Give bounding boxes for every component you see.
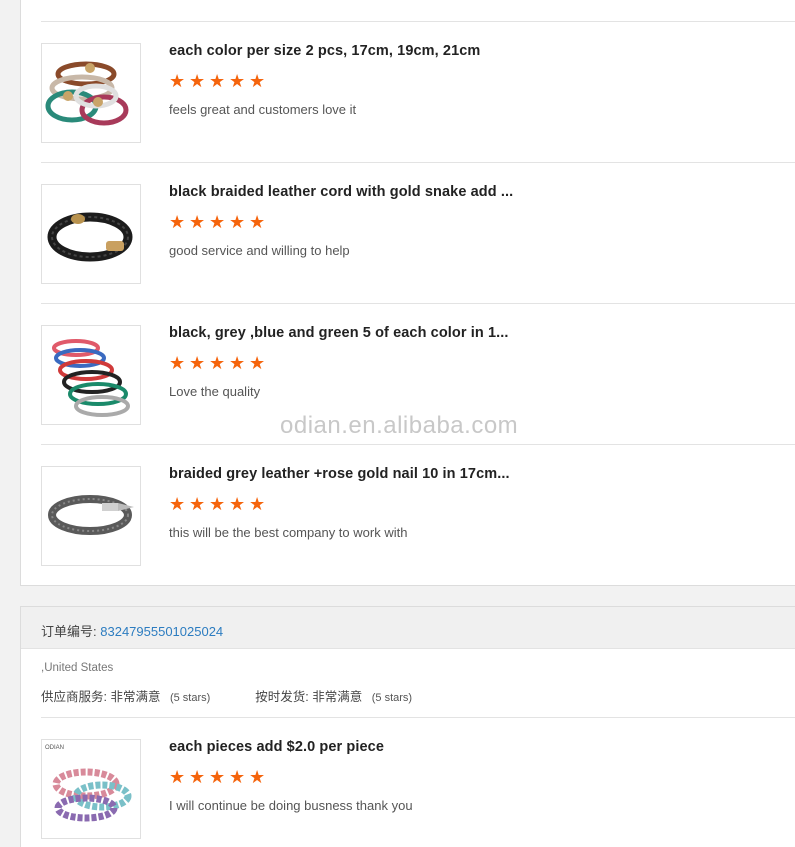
rating-stars: ★ ★ ★ ★ ★ [169, 494, 266, 514]
star-icon: ★ [209, 767, 226, 787]
delivery-label: 按时发货: [255, 690, 309, 704]
star-icon: ★ [169, 71, 186, 91]
order-header: 订单编号: 83247955501025024 [21, 607, 795, 649]
star-icon: ★ [169, 494, 186, 514]
product-title[interactable]: braided grey leather +rose gold nail 10 … [169, 466, 510, 482]
review-item: braided grey leather +rose gold nail 10 … [41, 466, 795, 566]
product-thumbnail[interactable] [41, 466, 141, 566]
product-title[interactable]: black, grey ,blue and green 5 of each co… [169, 325, 509, 341]
black-braided-bracelet-image [47, 212, 133, 262]
review-comment: good service and willing to help [169, 243, 350, 258]
product-thumbnail[interactable]: ODIAN [41, 739, 141, 839]
rating-stars: ★ ★ ★ ★ ★ [169, 212, 266, 232]
order-review-card: 订单编号: 83247955501025024 ,United States 供… [20, 606, 795, 847]
beaded-bracelets-image: ODIAN [45, 745, 132, 822]
rating-stars: ★ ★ ★ ★ ★ [169, 71, 266, 91]
review-comment: this will be the best company to work wi… [169, 525, 408, 540]
order-number-link[interactable]: 83247955501025024 [100, 624, 223, 639]
delivery-value: 非常满意 [312, 690, 363, 704]
star-icon: ★ [189, 767, 206, 787]
review-comment: feels great and customers love it [169, 102, 357, 117]
order-number-label: 订单编号: [41, 624, 97, 639]
product-thumbnail[interactable] [41, 43, 141, 143]
star-icon: ★ [169, 212, 186, 232]
supplier-service-value: 非常满意 [110, 690, 161, 704]
divider [41, 444, 795, 445]
star-icon: ★ [249, 71, 266, 91]
star-icon: ★ [189, 494, 206, 514]
divider [41, 162, 795, 163]
rating-stars: ★ ★ ★ ★ ★ [169, 767, 266, 787]
order-ratings: 供应商服务: 非常满意 (5 stars) 按时发货: 非常满意 (5 star… [41, 686, 412, 705]
grey-nail-bracelet-image [48, 495, 134, 535]
buyer-country: ,United States [41, 662, 114, 674]
supplier-service-stars: (5 stars) [169, 692, 211, 704]
product-title[interactable]: black braided leather cord with gold sna… [169, 184, 513, 200]
star-icon: ★ [209, 353, 226, 373]
review-comment: I will continue be doing busness thank y… [169, 798, 413, 813]
watermark: odian.en.alibaba.com [280, 412, 519, 439]
star-icon: ★ [189, 353, 206, 373]
multicolor-bracelets-image [45, 61, 129, 126]
star-icon: ★ [189, 212, 206, 232]
order-number-row: 订单编号: 83247955501025024 [41, 621, 223, 640]
supplier-service-label: 供应商服务: [41, 690, 107, 704]
order-review-card: each color per size 2 pcs, 17cm, 19cm, 2… [20, 0, 795, 586]
star-icon: ★ [209, 494, 226, 514]
product-title[interactable]: each color per size 2 pcs, 17cm, 19cm, 2… [169, 43, 480, 59]
divider [41, 717, 795, 718]
star-icon: ★ [229, 353, 246, 373]
review-item: black, grey ,blue and green 5 of each co… [41, 325, 795, 425]
star-icon: ★ [169, 767, 186, 787]
divider [41, 303, 795, 304]
review-item: each color per size 2 pcs, 17cm, 19cm, 2… [41, 43, 795, 143]
star-icon: ★ [229, 71, 246, 91]
star-icon: ★ [169, 353, 186, 373]
star-icon: ★ [249, 767, 266, 787]
star-icon: ★ [209, 71, 226, 91]
review-comment: Love the quality [169, 384, 261, 399]
product-title[interactable]: each pieces add $2.0 per piece [169, 739, 384, 755]
star-icon: ★ [189, 71, 206, 91]
star-icon: ★ [229, 767, 246, 787]
star-icon: ★ [249, 212, 266, 232]
divider [41, 21, 795, 22]
delivery-stars: (5 stars) [371, 692, 413, 704]
product-thumbnail[interactable] [41, 184, 141, 284]
star-icon: ★ [249, 494, 266, 514]
review-item: ODIAN each pieces add $2.0 per piece ★ ★… [41, 739, 795, 839]
star-icon: ★ [229, 212, 246, 232]
review-item: black braided leather cord with gold sna… [41, 184, 795, 284]
star-icon: ★ [249, 353, 266, 373]
star-icon: ★ [209, 212, 226, 232]
rating-stars: ★ ★ ★ ★ ★ [169, 353, 266, 373]
star-icon: ★ [229, 494, 246, 514]
stacked-bangles-image [52, 339, 130, 417]
product-thumbnail[interactable] [41, 325, 141, 425]
image-brand-text: ODIAN [45, 745, 64, 751]
